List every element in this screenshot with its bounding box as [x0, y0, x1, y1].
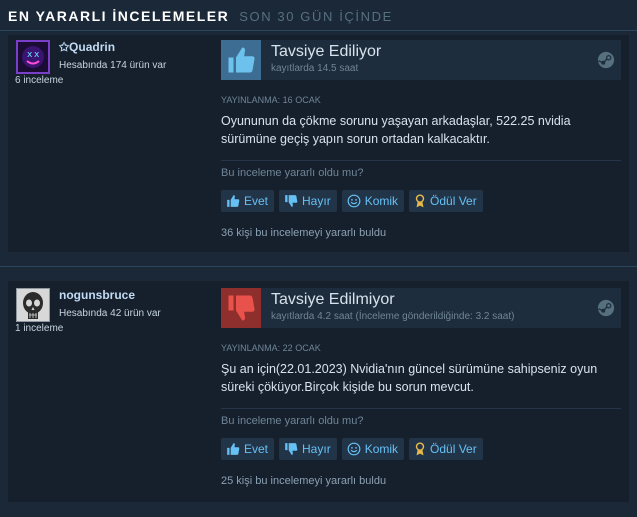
vote-no-label: Hayır — [302, 194, 331, 208]
verdict-header[interactable]: Tavsiye Edilmiyor kayıtlarda 4.2 saat (İ… — [221, 288, 621, 328]
award-button[interactable]: Ödül Ver — [409, 190, 483, 212]
thumbs-down-icon — [221, 288, 261, 328]
review-divider — [0, 266, 637, 267]
verdict-header[interactable]: Tavsiye Ediliyor kayıtlarda 14.5 saat — [221, 40, 621, 80]
products-owned[interactable]: Hesabında 42 ürün var — [59, 308, 161, 319]
skull-icon — [17, 289, 49, 321]
review-text: Oyununun da çökme sorunu yaşayan arkadaş… — [221, 114, 571, 146]
thumbs-up-icon — [227, 195, 240, 207]
vote-yes-button[interactable]: Evet — [221, 190, 275, 212]
review-text: Şu an için(22.01.2023) Nvidia'nın güncel… — [221, 362, 598, 394]
author-name[interactable]: nogunsbruce — [59, 288, 135, 302]
section-title: EN YARARLI İNCELEMELER — [8, 8, 230, 24]
hours-played: kayıtlarda 4.2 saat (İnceleme gönderildi… — [271, 311, 515, 322]
verdict-label: Tavsiye Edilmiyor — [271, 291, 395, 308]
award-icon — [415, 442, 425, 456]
avatar-image: x x — [18, 42, 48, 72]
award-button[interactable]: Ödül Ver — [409, 438, 483, 460]
thumbs-up-icon — [227, 443, 240, 455]
review-count[interactable]: 6 inceleme — [15, 75, 63, 86]
verdict-label: Tavsiye Ediliyor — [271, 43, 382, 60]
vote-funny-button[interactable]: Komik — [341, 438, 405, 460]
vote-funny-button[interactable]: Komik — [341, 190, 405, 212]
avatar[interactable] — [16, 288, 50, 322]
vote-funny-label: Komik — [364, 442, 399, 456]
helpful-count: 25 kişi bu incelemeyi yararlı buldu — [221, 475, 387, 487]
vote-no-button[interactable]: Hayır — [279, 438, 337, 460]
smiley-icon — [347, 442, 361, 456]
posted-date: YAYINLANMA: 22 OCAK — [221, 343, 321, 353]
section-header: EN YARARLI İNCELEMELER SON 30 GÜN İÇİNDE — [8, 8, 393, 26]
review-separator — [221, 408, 621, 409]
vote-yes-label: Evet — [244, 194, 269, 208]
svg-text:x: x — [27, 50, 33, 60]
vote-yes-button[interactable]: Evet — [221, 438, 275, 460]
vote-funny-label: Komik — [364, 194, 399, 208]
posted-date: YAYINLANMA: 16 OCAK — [221, 95, 321, 105]
helpful-question: Bu inceleme yararlı oldu mu? — [221, 415, 364, 427]
steam-icon — [597, 51, 615, 69]
helpful-count: 36 kişi bu incelemeyi yararlı buldu — [221, 227, 387, 239]
review-separator — [221, 160, 621, 161]
vote-no-button[interactable]: Hayır — [279, 190, 337, 212]
vote-no-label: Hayır — [302, 442, 331, 456]
avatar[interactable]: x x — [16, 40, 50, 74]
thumbs-down-icon — [285, 443, 298, 455]
vote-yes-label: Evet — [244, 442, 269, 456]
thumbs-down-icon — [285, 195, 298, 207]
products-owned[interactable]: Hesabında 174 ürün var — [59, 60, 166, 71]
vote-buttons: Evet Hayır Komik Ödül Ver — [221, 190, 483, 212]
smiley-icon — [347, 194, 361, 208]
steam-icon — [597, 299, 615, 317]
section-subtitle: SON 30 GÜN İÇİNDE — [239, 9, 393, 24]
vote-buttons: Evet Hayır Komik Ödül Ver — [221, 438, 483, 460]
award-icon — [415, 194, 425, 208]
award-label: Ödül Ver — [430, 442, 477, 456]
helpful-question: Bu inceleme yararlı oldu mu? — [221, 167, 364, 179]
header-divider — [0, 30, 637, 31]
hours-played: kayıtlarda 14.5 saat — [271, 63, 359, 74]
award-label: Ödül Ver — [430, 194, 477, 208]
review-count[interactable]: 1 inceleme — [15, 323, 63, 334]
author-name[interactable]: ✩Quadrin — [59, 40, 115, 54]
svg-text:x: x — [34, 50, 40, 60]
thumbs-up-icon — [221, 40, 261, 80]
review-card: x x ✩Quadrin Hesabında 174 ürün var 6 in… — [8, 35, 629, 252]
review-card: nogunsbruce Hesabında 42 ürün var 1 ince… — [8, 281, 629, 502]
